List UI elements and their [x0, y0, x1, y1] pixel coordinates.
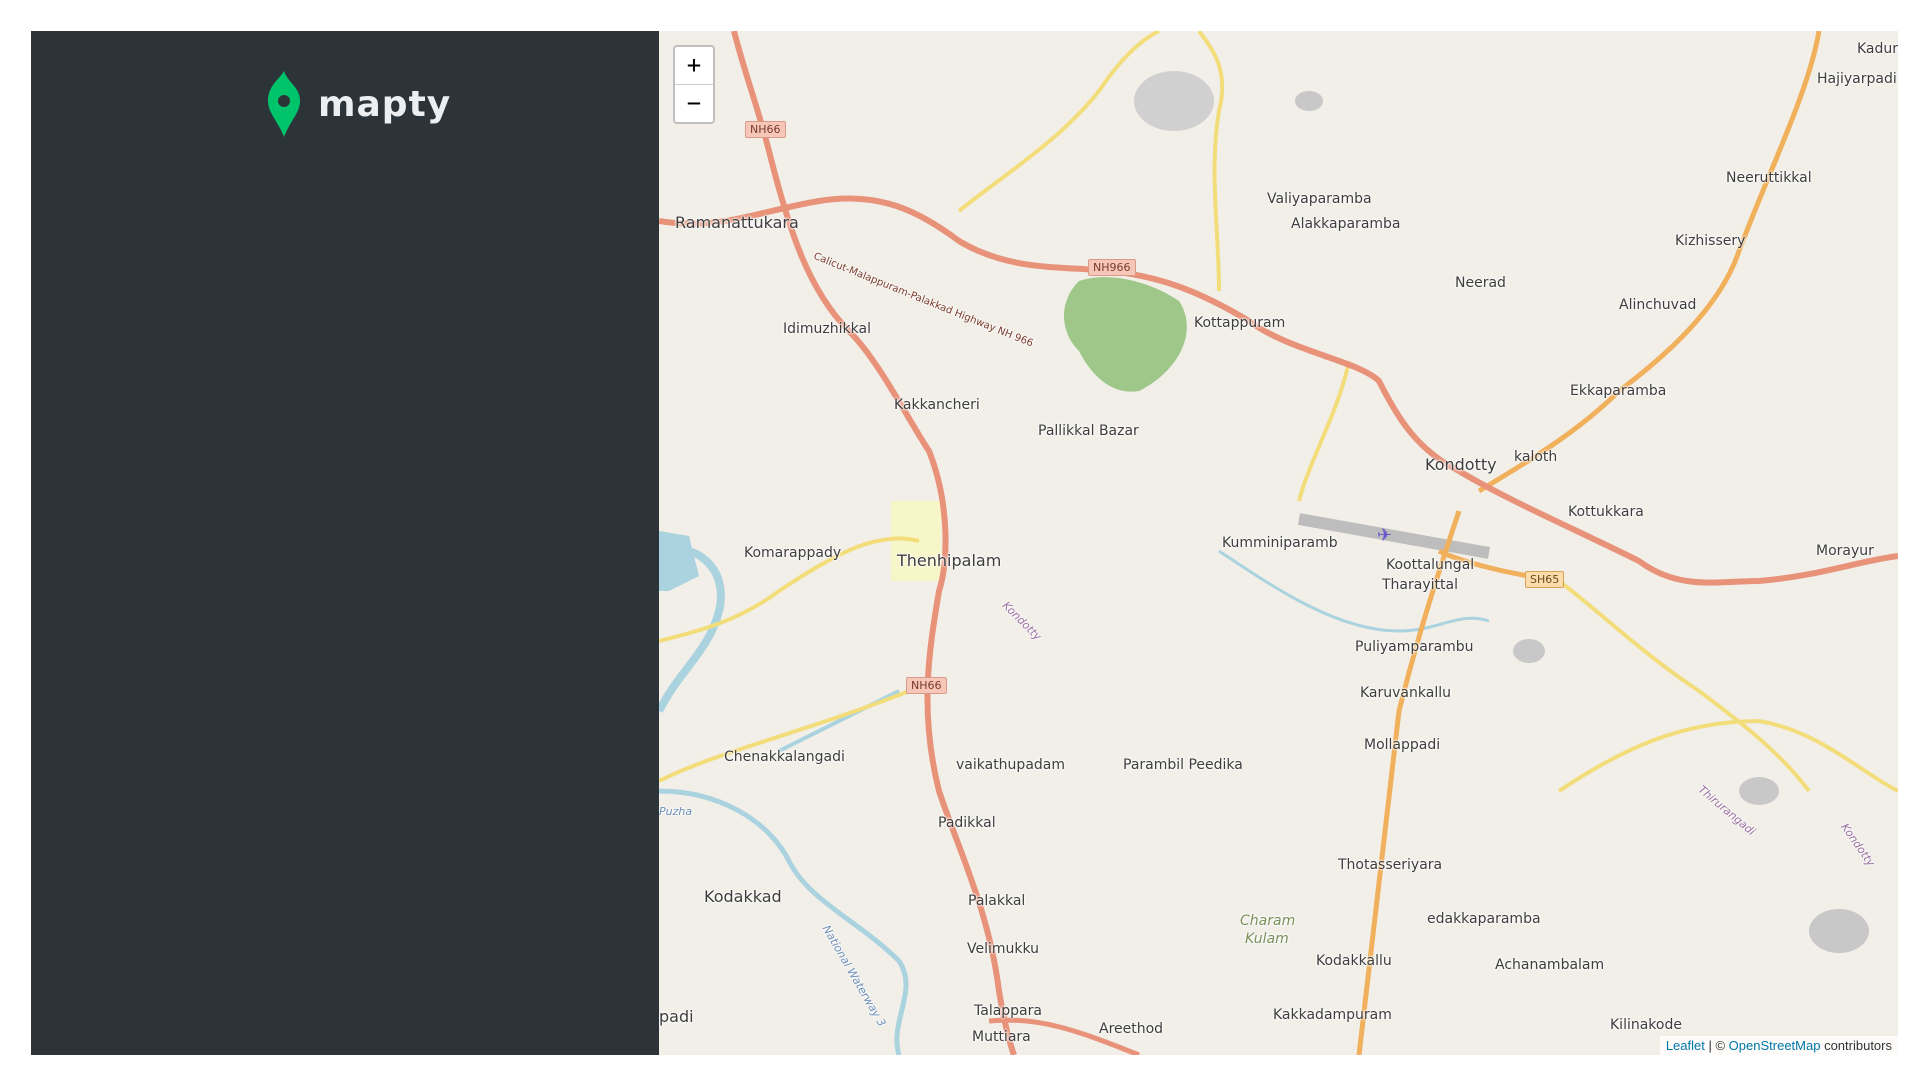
- built-area: [1809, 909, 1869, 953]
- place-label: Thenhipalam: [897, 551, 1002, 570]
- place-label: Parambil Peedika: [1123, 757, 1243, 773]
- place-label: Padikkal: [938, 815, 996, 831]
- place-label: Puliyamparambu: [1355, 639, 1474, 655]
- place-label: Ramanattukara: [675, 213, 799, 232]
- place-label: Kadun: [1857, 41, 1898, 57]
- road-shield: SH65: [1525, 571, 1565, 588]
- place-label: Kottukkara: [1568, 504, 1644, 520]
- place-label: Kumminiparamb: [1222, 535, 1338, 551]
- primary-road: [1477, 31, 1822, 494]
- zoom-control: + −: [673, 45, 715, 124]
- place-label: Alakkaparamba: [1291, 216, 1401, 232]
- place-label: Kodakkallu: [1316, 953, 1392, 969]
- place-label: Velimukku: [967, 941, 1040, 957]
- road-shield: NH66: [906, 677, 947, 694]
- natural-label: Kulam: [1245, 931, 1289, 947]
- place-label: padi: [659, 1007, 694, 1026]
- place-label: Kilinakode: [1610, 1017, 1682, 1033]
- map-pin-icon: [268, 71, 300, 137]
- built-area: [1134, 71, 1214, 131]
- place-label: Kakkancheri: [894, 397, 980, 413]
- place-label: edakkaparamba: [1427, 911, 1541, 927]
- map-attribution: Leaflet | © OpenStreetMap contributors: [1659, 1036, 1898, 1055]
- osm-link[interactable]: OpenStreetMap: [1729, 1038, 1821, 1053]
- place-label: Karuvankallu: [1360, 685, 1451, 701]
- place-label: Thotasseriyara: [1338, 857, 1443, 873]
- road-shield: NH66: [745, 121, 786, 138]
- natural-label: Charam: [1240, 913, 1296, 929]
- lake: [659, 531, 699, 591]
- place-label: Areethod: [1099, 1021, 1164, 1037]
- place-label: Tharayittal: [1382, 577, 1458, 593]
- airport-icon: ✈: [1377, 525, 1392, 546]
- zoom-in-button[interactable]: +: [675, 47, 713, 84]
- app-container: mapty ✈ Ramanattukara Idimuzhikkal Kakka…: [31, 31, 1898, 1055]
- road-shield: NH966: [1088, 259, 1136, 276]
- attribution-separator: | ©: [1704, 1038, 1729, 1053]
- place-label: Morayur: [1816, 543, 1874, 559]
- secondary-road: [1297, 360, 1351, 502]
- place-label: Achanambalam: [1495, 957, 1605, 973]
- place-label: Talappara: [974, 1003, 1042, 1019]
- place-label: Kottappuram: [1194, 315, 1286, 331]
- zoom-out-button[interactable]: −: [675, 84, 713, 122]
- place-label: Chenakkalangadi: [724, 749, 845, 765]
- water-label: Puzha: [659, 805, 693, 818]
- attribution-suffix: contributors: [1820, 1038, 1892, 1053]
- trunk-road: [659, 195, 1898, 586]
- secondary-road: [1557, 718, 1898, 793]
- place-label: Idimuzhikkal: [783, 321, 871, 337]
- place-label: Komarappady: [744, 545, 842, 561]
- place-label: Kondotty: [1425, 455, 1497, 474]
- place-label: Palakkal: [968, 893, 1026, 909]
- place-label: vaikathupadam: [956, 757, 1065, 773]
- sidebar: mapty: [31, 31, 659, 1055]
- logo: mapty: [264, 71, 451, 137]
- secondary-road: [957, 31, 1160, 213]
- built-area: [1295, 91, 1323, 111]
- place-label: Hajiyarpadi: [1817, 71, 1897, 87]
- place-label: Pallikkal Bazar: [1038, 423, 1139, 439]
- leaflet-link[interactable]: Leaflet: [1666, 1038, 1705, 1053]
- map[interactable]: ✈ Ramanattukara Idimuzhikkal Kakkancheri…: [659, 31, 1898, 1055]
- place-label: Kizhissery: [1675, 233, 1746, 249]
- place-label: Koottalungal: [1386, 557, 1475, 573]
- built-area: [1513, 639, 1545, 663]
- built-area: [1739, 777, 1779, 805]
- secondary-road: [1557, 579, 1811, 793]
- place-label: Valiyaparamba: [1267, 191, 1372, 207]
- place-label: Neerad: [1455, 275, 1506, 291]
- place-label: Kodakkad: [704, 887, 782, 906]
- place-label: Kakkadampuram: [1273, 1007, 1392, 1023]
- place-label: kaloth: [1514, 449, 1558, 465]
- place-label: Muttiara: [972, 1029, 1031, 1045]
- secondary-road: [659, 689, 910, 783]
- secondary-road: [1197, 31, 1225, 292]
- place-label: Ekkaparamba: [1570, 383, 1667, 399]
- place-label: Alinchuvad: [1619, 297, 1697, 313]
- place-label: Neeruttikkal: [1726, 170, 1812, 186]
- logo-text: mapty: [318, 83, 452, 125]
- forest: [1064, 277, 1187, 392]
- place-label: Mollappadi: [1364, 737, 1441, 753]
